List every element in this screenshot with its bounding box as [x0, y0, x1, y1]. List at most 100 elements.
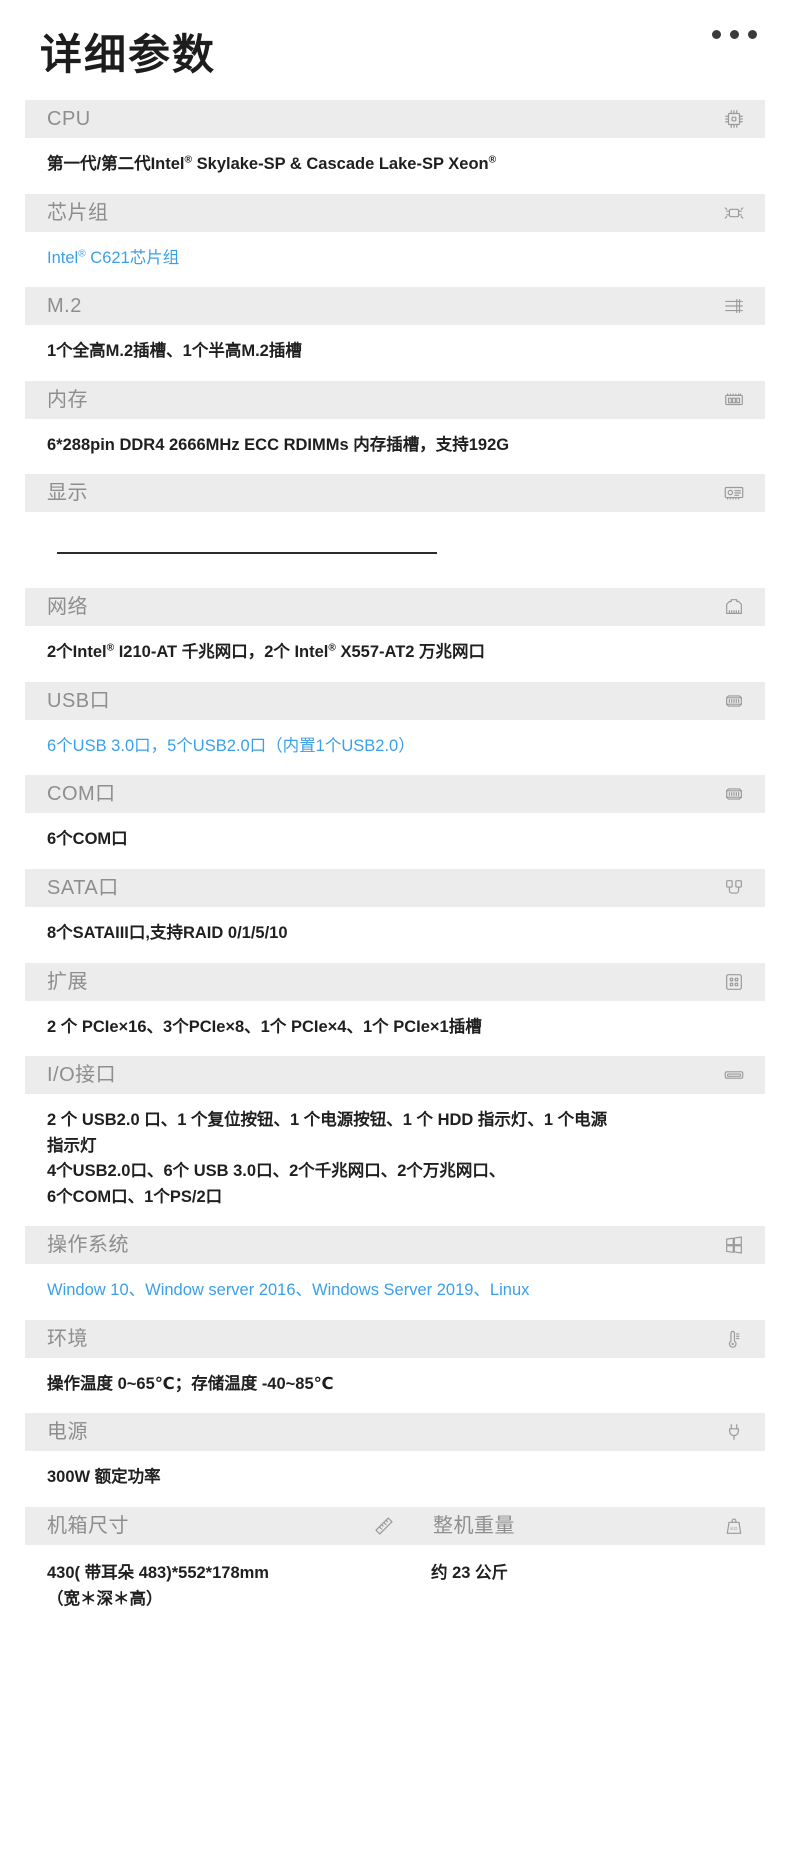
spec-label: SATA口: [47, 876, 119, 899]
dot-1: [712, 30, 721, 39]
spec-value-line: 第一代/第二代Intel® Skylake-SP & Cascade Lake-…: [47, 154, 497, 173]
spec-label: COM口: [47, 783, 116, 806]
spec-label: 操作系统: [47, 1234, 129, 1257]
spec-row: 芯片组 Intel® C621芯片组: [25, 193, 765, 288]
thermometer-icon: [721, 1326, 747, 1352]
spec-value: 1个全高M.2插槽、1个半高M.2插槽: [25, 325, 765, 381]
spec-header-row-dual: 机箱尺寸 整机重量 KG: [25, 1507, 765, 1545]
cpu-chip-icon: [721, 106, 747, 132]
spec-label: M.2: [47, 295, 82, 318]
spec-header-row: 内存: [25, 380, 765, 419]
chipset-icon: [721, 200, 747, 226]
svg-text:KG: KG: [730, 1526, 737, 1532]
spec-value: [25, 512, 765, 588]
ruler-icon: [371, 1513, 397, 1539]
page-title: 详细参数: [40, 31, 217, 78]
registered-mark: ®: [106, 642, 115, 654]
spec-value-line: 2 个 USB2.0 口、1 个复位按钮、1 个电源按钮、1 个 HDD 指示灯…: [47, 1111, 608, 1130]
spec-header-row: COM口: [25, 775, 765, 814]
spec-label: 机箱尺寸: [47, 1515, 129, 1537]
spec-value[interactable]: Intel® C621芯片组: [25, 232, 765, 288]
spec-value[interactable]: 6个USB 3.0口，5个USB2.0口（内置1个USB2.0）: [25, 720, 765, 776]
spec-row: M.2 1个全高M.2插槽、1个半高M.2插槽: [25, 287, 765, 381]
spec-value-line: 8个SATAIII口,支持RAID 0/1/5/10: [47, 923, 288, 942]
spec-label: 显示: [47, 482, 88, 505]
spec-row-dual: 机箱尺寸 整机重量 KG 430( 带耳朵 483)*552*178mm （宽＊深＊…: [25, 1507, 765, 1628]
spec-row: 显示: [25, 474, 765, 588]
spec-header-cell: 整机重量 KG: [397, 1513, 747, 1539]
spec-row: 内存 6*288pin DDR4 2666MHz ECC RDIMMs 内存插槽…: [25, 380, 765, 475]
spec-value: 操作温度 0~65℃；存储温度 -40~85℃: [25, 1358, 765, 1414]
spec-header-row: USB口: [25, 681, 765, 720]
usb-port-icon: [721, 688, 747, 714]
spec-value-line: Window 10、Window server 2016、Windows Ser…: [47, 1281, 530, 1300]
registered-mark: ®: [78, 248, 86, 260]
spec-row: SATA口 8个SATAIII口,支持RAID 0/1/5/10: [25, 868, 765, 963]
spec-value-line: Intel® C621芯片组: [47, 248, 180, 267]
spec-value: 2 个 USB2.0 口、1 个复位按钮、1 个电源按钮、1 个 HDD 指示灯…: [25, 1094, 765, 1226]
spec-label: 环境: [47, 1327, 88, 1350]
spec-value-cell: 约 23 公斤: [395, 1561, 743, 1612]
spec-header-row: CPU: [25, 100, 765, 138]
spec-value-line: 430( 带耳朵 483)*552*178mm: [47, 1564, 269, 1582]
spec-value: 2 个 PCIe×16、3个PCIe×8、1个 PCIe×4、1个 PCIe×1…: [25, 1001, 765, 1057]
memory-module-icon: [721, 387, 747, 413]
spec-row: CPU 第一代/第二代Intel® Skylake-SP & Cascade L…: [25, 100, 765, 194]
divider-rule: [57, 552, 437, 555]
spec-label: USB口: [47, 689, 111, 712]
spec-value-line: 1个全高M.2插槽、1个半高M.2插槽: [47, 342, 302, 361]
more-options-icon[interactable]: [712, 30, 757, 39]
spec-header-row: 芯片组: [25, 193, 765, 232]
spec-row: 环境 操作温度 0~65℃；存储温度 -40~85℃: [25, 1319, 765, 1414]
spec-header-row: SATA口: [25, 868, 765, 907]
com-port-icon: [721, 781, 747, 807]
spec-row: 扩展 2 个 PCIe×16、3个PCIe×8、1个 PCIe×4、1个 PCI…: [25, 962, 765, 1057]
spec-label: CPU: [47, 108, 91, 130]
spec-value-line: 6个USB 3.0口，5个USB2.0口（内置1个USB2.0）: [47, 736, 415, 755]
spec-row: 网络 2个Intel® I210-AT 千兆网口，2个 Intel® X557-…: [25, 588, 765, 682]
spec-value: 8个SATAIII口,支持RAID 0/1/5/10: [25, 907, 765, 963]
spec-label: 电源: [47, 1421, 88, 1444]
registered-mark: ®: [488, 154, 497, 166]
page-header: 详细参数: [0, 0, 790, 100]
spec-value-line: 300W 额定功率: [47, 1468, 161, 1487]
registered-mark: ®: [184, 154, 193, 166]
spec-header-row: I/O接口: [25, 1056, 765, 1095]
spec-label: 内存: [47, 388, 88, 411]
spec-list: CPU 第一代/第二代Intel® Skylake-SP & Cascade L…: [0, 100, 790, 1628]
spec-value-line: 6个COM口: [47, 830, 128, 849]
power-plug-icon: [721, 1419, 747, 1445]
spec-header-row: 扩展: [25, 962, 765, 1001]
spec-value: 6个COM口: [25, 813, 765, 869]
weight-scale-icon: KG: [721, 1513, 747, 1539]
m2-slot-icon: [721, 293, 747, 319]
spec-value-cell: 430( 带耳朵 483)*552*178mm （宽＊深＊高）: [47, 1561, 395, 1612]
spec-row: I/O接口 2 个 USB2.0 口、1 个复位按钮、1 个电源按钮、1 个 H…: [25, 1056, 765, 1226]
spec-value-line: 2 个 PCIe×16、3个PCIe×8、1个 PCIe×4、1个 PCIe×1…: [47, 1017, 482, 1036]
spec-row: 电源 300W 额定功率: [25, 1413, 765, 1507]
spec-value-dual: 430( 带耳朵 483)*552*178mm （宽＊深＊高） 约 23 公斤: [25, 1545, 765, 1628]
dot-3: [748, 30, 757, 39]
spec-value-line: 6个COM口、1个PS/2口: [47, 1187, 223, 1206]
spec-header-row: 电源: [25, 1413, 765, 1452]
spec-value[interactable]: Window 10、Window server 2016、Windows Ser…: [25, 1264, 765, 1320]
registered-mark: ®: [328, 642, 336, 654]
expansion-slot-icon: [721, 969, 747, 995]
spec-value: 第一代/第二代Intel® Skylake-SP & Cascade Lake-…: [25, 138, 765, 194]
spec-value-line: 操作温度 0~65℃；存储温度 -40~85℃: [47, 1374, 334, 1393]
dot-2: [730, 30, 739, 39]
spec-value: 2个Intel® I210-AT 千兆网口，2个 Intel® X557-AT2…: [25, 626, 765, 682]
spec-label: 扩展: [47, 970, 88, 993]
spec-header-cell: 机箱尺寸: [47, 1513, 397, 1539]
spec-value-line: 4个USB2.0口、6个 USB 3.0口、2个千兆网口、2个万兆网口、: [47, 1162, 506, 1181]
spec-row: COM口 6个COM口: [25, 775, 765, 869]
spec-header-row: M.2: [25, 287, 765, 326]
spec-header-row: 网络: [25, 588, 765, 627]
spec-label: 网络: [47, 596, 88, 619]
spec-value-line: 2个Intel® I210-AT 千兆网口，2个 Intel® X557-AT2…: [47, 642, 486, 662]
spec-value-line: 约 23 公斤: [431, 1564, 509, 1582]
spec-header-row: 显示: [25, 474, 765, 513]
spec-value-line: 6*288pin DDR4 2666MHz ECC RDIMMs 内存插槽，支持…: [47, 435, 510, 454]
spec-value-line: 指示灯: [47, 1136, 97, 1155]
io-port-icon: [721, 1062, 747, 1088]
